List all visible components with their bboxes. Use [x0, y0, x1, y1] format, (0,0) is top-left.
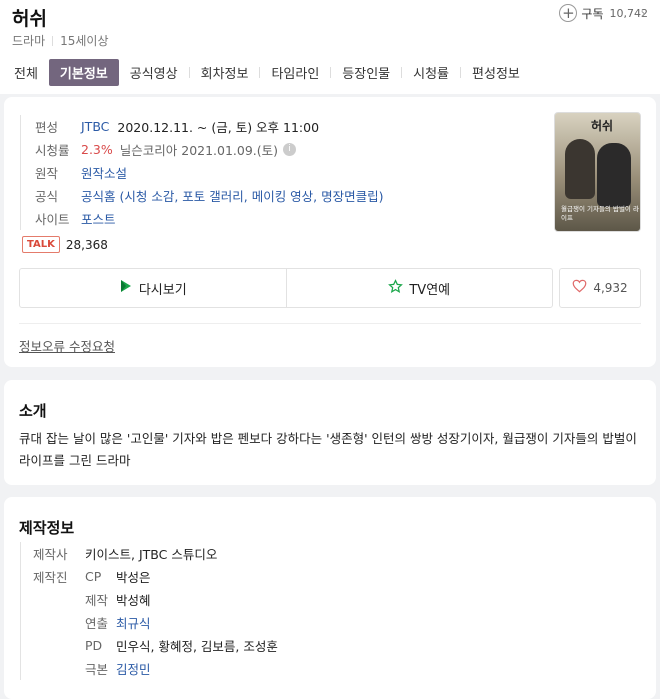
ratings-source: 닐슨코리아 2021.01.09.(토) — [119, 143, 279, 158]
tab-official-video[interactable]: 공식영상 — [119, 59, 189, 86]
site-link[interactable]: 포스트 — [81, 209, 116, 228]
subscribe-button[interactable]: + 구독 10,742 — [559, 4, 648, 22]
info-row-broadcast: 편성 JTBC 2020.12.11. ~ (금, 토) 오후 11:00 — [35, 115, 384, 138]
original-link[interactable]: 원작소설 — [81, 163, 127, 182]
staff-role: 제작 — [85, 593, 109, 608]
info-row-ratings: 시청률 2.3% 닐슨코리아 2021.01.09.(토) i — [35, 138, 384, 161]
info-label: 시청률 — [35, 143, 70, 158]
meta-divider — [52, 35, 54, 46]
production-row-company: 제작사 키이스트, JTBC 스튜디오 — [33, 542, 278, 565]
production-staff: 제작진 CP 박성은 제작 박성혜 연출 최규식 PD 민우식, 황혜정, 김보… — [33, 565, 278, 680]
info-label: 원작 — [35, 166, 59, 181]
heart-icon — [572, 279, 587, 297]
intro-text: 큐대 잡는 날이 많은 '고인물' 기자와 밥은 펜보다 강하다는 '생존형' … — [19, 431, 637, 468]
tab-episode-info[interactable]: 회차정보 — [190, 59, 260, 86]
info-row-official: 공식 공식홈 (시청 소감, 포토 갤러리, 메이킹 영상, 명장면클립) — [35, 184, 384, 207]
tab-ratings[interactable]: 시청률 — [402, 59, 460, 86]
star-icon — [388, 278, 404, 298]
tab-timeline[interactable]: 타임라인 — [260, 59, 330, 86]
poster-caption: 월급쟁이 기자들의 밥벌이 라이프 — [561, 205, 639, 222]
staff-names: 박성은 — [116, 570, 151, 585]
intro-card: 소개 큐대 잡는 날이 많은 '고인물' 기자와 밥은 펜보다 강하다는 '생존… — [4, 380, 656, 485]
basic-info-card: 편성 JTBC 2020.12.11. ~ (금, 토) 오후 11:00 시청… — [4, 97, 656, 367]
info-row-site: 사이트 포스트 — [35, 207, 384, 230]
tab-basic-info[interactable]: 기본정보 — [48, 58, 119, 86]
ratings-value: 2.3% — [81, 142, 113, 157]
tab-all[interactable]: 전체 — [3, 59, 49, 86]
info-label: 사이트 — [35, 212, 70, 227]
poster-figure — [565, 139, 595, 199]
page-title: 허쉬 — [12, 8, 47, 30]
production-list: 제작사 키이스트, JTBC 스튜디오 제작진 CP 박성은 제작 박성혜 연출… — [20, 542, 278, 680]
staff-names-link[interactable]: 김정민 — [116, 659, 151, 678]
info-row-original: 원작 원작소설 — [35, 161, 384, 184]
plus-icon: + — [559, 4, 578, 22]
staff-row: CP 박성은 — [85, 565, 278, 588]
talk-row[interactable]: TALK 28,368 — [22, 236, 108, 253]
channel-link[interactable]: JTBC — [81, 119, 109, 134]
staff-row: PD 민우식, 황혜정, 김보름, 조성훈 — [85, 634, 278, 657]
action-bar: 다시보기 TV연예 — [19, 268, 553, 308]
talk-count: 28,368 — [65, 237, 108, 252]
info-list: 편성 JTBC 2020.12.11. ~ (금, 토) 오후 11:00 시청… — [20, 115, 384, 230]
play-icon — [119, 279, 133, 297]
talk-badge: TALK — [22, 236, 60, 253]
chevron-right-icon[interactable]: › — [640, 6, 646, 22]
production-label: 제작사 — [33, 547, 68, 562]
production-label: 제작진 — [33, 570, 68, 585]
intro-heading: 소개 — [19, 402, 47, 420]
genre-label: 드라마 — [12, 34, 46, 48]
poster-image[interactable]: 허쉬 월급쟁이 기자들의 밥벌이 라이프 — [554, 112, 641, 232]
like-button[interactable]: 4,932 — [559, 268, 641, 308]
divider — [19, 323, 641, 324]
rewatch-button[interactable]: 다시보기 — [20, 269, 286, 307]
staff-row: 제작 박성혜 — [85, 588, 278, 611]
staff-names: 민우식, 황혜정, 김보름, 조성훈 — [116, 639, 278, 654]
staff-role: CP — [85, 569, 102, 584]
staff-row: 극본 김정민 — [85, 657, 278, 680]
rewatch-label: 다시보기 — [138, 282, 187, 298]
staff-role: PD — [85, 638, 103, 653]
production-heading: 제작정보 — [19, 519, 75, 537]
header: 허쉬 드라마 15세이상 + 구독 10,742 전체 기본정보 공식영상 회차… — [0, 0, 660, 94]
staff-row: 연출 최규식 — [85, 611, 278, 634]
official-link[interactable]: 공식홈 (시청 소감, 포토 갤러리, 메이킹 영상, 명장면클립) — [81, 186, 384, 205]
staff-role: 연출 — [85, 616, 109, 631]
tab-characters[interactable]: 등장인물 — [331, 59, 401, 86]
program-meta: 드라마 15세이상 — [12, 32, 109, 49]
subscribe-label: 구독 — [581, 6, 604, 21]
schedule-text: 2020.12.11. ~ (금, 토) 오후 11:00 — [117, 120, 320, 135]
age-rating: 15세이상 — [60, 34, 109, 48]
company-value: 키이스트, JTBC 스튜디오 — [85, 547, 218, 562]
info-icon[interactable]: i — [283, 143, 297, 156]
production-card: 제작정보 제작사 키이스트, JTBC 스튜디오 제작진 CP 박성은 제작 박… — [4, 497, 656, 699]
info-label: 편성 — [35, 120, 59, 135]
info-label: 공식 — [35, 189, 59, 204]
tab-bar: 전체 기본정보 공식영상 회차정보 타임라인 등장인물 시청률 편성정보 — [0, 57, 660, 87]
poster-title: 허쉬 — [591, 119, 614, 133]
staff-names: 박성혜 — [116, 593, 151, 608]
tab-schedule[interactable]: 편성정보 — [461, 59, 531, 86]
error-report-link[interactable]: 정보오류 수정요청 — [19, 336, 115, 355]
tv-label: TV연예 — [409, 282, 451, 298]
staff-names-link[interactable]: 최규식 — [116, 613, 151, 632]
like-count: 4,932 — [593, 281, 628, 295]
poster-figure — [597, 143, 631, 207]
staff-list: CP 박성은 제작 박성혜 연출 최규식 PD 민우식, 황혜정, 김보름, 조… — [85, 565, 278, 680]
staff-role: 극본 — [85, 662, 109, 677]
tv-entertainment-button[interactable]: TV연예 — [285, 269, 553, 307]
